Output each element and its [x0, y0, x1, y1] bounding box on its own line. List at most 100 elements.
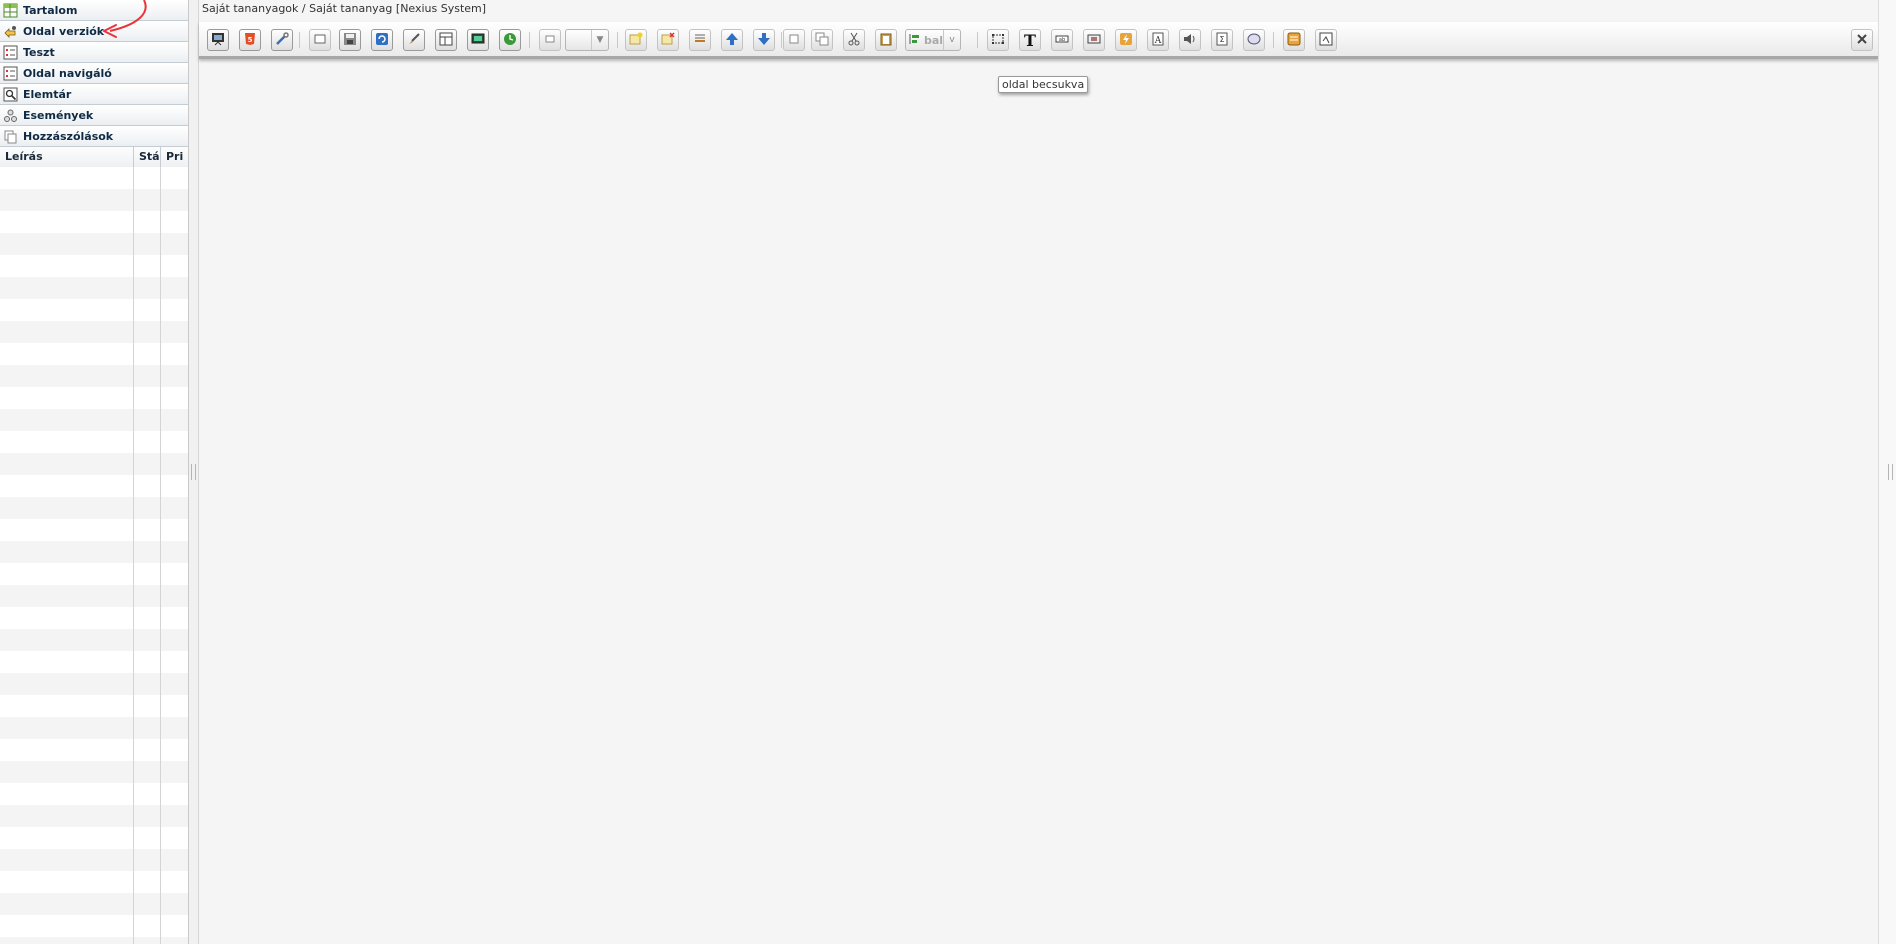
clock-button[interactable] — [499, 29, 521, 51]
close-icon — [1856, 33, 1868, 48]
sidebar-item-label: Hozzászólások — [23, 129, 114, 143]
blank-page-button[interactable] — [309, 29, 331, 51]
column-header-leiras[interactable]: Leírás — [0, 147, 134, 167]
paste-button[interactable] — [875, 29, 897, 51]
refresh-button[interactable] — [371, 29, 393, 51]
panel-button[interactable] — [1283, 29, 1305, 51]
versions-icon — [3, 24, 18, 39]
sidebar-item-hozzaszolasok[interactable]: Hozzászólások — [0, 126, 188, 147]
flash-button[interactable] — [1115, 29, 1137, 51]
font-icon: A — [1151, 32, 1165, 49]
main-area: Saját tananyagok / Saját tananyag [Nexiu… — [198, 0, 1879, 944]
html5-icon: 5 — [243, 32, 257, 49]
svg-text:Σ: Σ — [1219, 35, 1224, 44]
copy-button[interactable] — [783, 29, 805, 51]
layers-icon — [693, 32, 707, 49]
page-navigator-icon — [3, 66, 18, 81]
align-value: bal — [924, 33, 944, 47]
align-dropdown[interactable]: bal v — [905, 29, 961, 51]
text-button[interactable]: T — [1019, 29, 1041, 51]
svg-text:5: 5 — [248, 36, 253, 44]
paste-icon — [879, 32, 893, 49]
panel-icon — [1287, 32, 1301, 49]
save-button[interactable] — [339, 29, 361, 51]
sidebar-item-oldal-navigalo[interactable]: Oldal navigáló — [0, 63, 188, 84]
sidebar: Tartalom Oldal verziók Teszt Oldal navig… — [0, 0, 189, 944]
column-header-status[interactable]: Stá — [134, 147, 161, 167]
grid-body — [0, 167, 188, 944]
right-splitter[interactable] — [1878, 0, 1896, 944]
svg-text:A: A — [1154, 36, 1162, 46]
move-down-button[interactable] — [753, 29, 775, 51]
cut-icon — [847, 32, 861, 49]
image-box-icon — [1087, 32, 1101, 49]
blank-page-icon — [314, 33, 326, 48]
audio-icon — [1183, 32, 1197, 49]
font-button[interactable]: A — [1147, 29, 1169, 51]
sidebar-item-label: Elemtár — [23, 87, 72, 101]
tooltip: oldal becsukva — [998, 76, 1089, 93]
sidebar-item-label: Tartalom — [23, 3, 78, 17]
delete-note-icon — [661, 31, 675, 49]
preview-button[interactable] — [1315, 29, 1337, 51]
layers-button[interactable] — [689, 29, 711, 51]
save-icon — [343, 32, 357, 49]
sidebar-item-label: Oldal verziók — [23, 24, 105, 38]
sidebar-item-label: Események — [23, 108, 94, 122]
clock-icon — [503, 32, 517, 49]
arrow-up-icon — [725, 32, 739, 49]
formula-button[interactable]: Σ — [1211, 29, 1233, 51]
duplicate-button[interactable] — [811, 29, 833, 51]
sidebar-item-elemtar[interactable]: Elemtár — [0, 84, 188, 105]
brush-icon — [407, 32, 421, 49]
tools-icon — [275, 31, 289, 49]
add-note-button[interactable] — [625, 29, 647, 51]
chevron-down-icon: ▼ — [591, 30, 608, 50]
shape-icon — [1247, 32, 1261, 49]
sidebar-item-label: Oldal navigáló — [23, 66, 112, 80]
tools-button[interactable] — [271, 29, 293, 51]
arrow-down-icon — [757, 32, 771, 49]
sidebar-splitter[interactable] — [189, 0, 198, 944]
style-dropdown[interactable]: ▼ — [565, 29, 609, 51]
grid-table-icon — [3, 3, 18, 18]
grid-header: Leírás Stá Pri — [0, 147, 188, 168]
screen-icon — [471, 32, 485, 49]
comments-icon — [3, 129, 18, 144]
textfield-button[interactable]: ab — [1051, 29, 1073, 51]
cut-button[interactable] — [843, 29, 865, 51]
column-header-priority[interactable]: Pri — [161, 147, 188, 167]
duplicate-icon — [815, 32, 829, 49]
select-frame-button[interactable] — [987, 29, 1009, 51]
sidebar-item-oldal-verziok[interactable]: Oldal verziók — [0, 21, 188, 42]
select-frame-icon — [991, 32, 1005, 49]
small-box-button[interactable] — [539, 29, 561, 51]
audio-button[interactable] — [1179, 29, 1201, 51]
presentation-icon — [211, 32, 225, 49]
sidebar-item-teszt[interactable]: Teszt — [0, 42, 188, 63]
sidebar-item-esemenyek[interactable]: Események — [0, 105, 188, 126]
screen-button[interactable] — [467, 29, 489, 51]
small-box-icon — [544, 33, 556, 48]
preview-icon — [1319, 32, 1333, 49]
sidebar-item-tartalom[interactable]: Tartalom — [0, 0, 188, 21]
test-list-icon — [3, 45, 18, 60]
events-icon — [3, 108, 18, 123]
image-box-button[interactable] — [1083, 29, 1105, 51]
text-icon: T — [1024, 30, 1036, 50]
formula-icon: Σ — [1215, 32, 1229, 49]
breadcrumb: Saját tananyagok / Saját tananyag [Nexiu… — [202, 2, 487, 15]
refresh-icon — [375, 32, 389, 49]
layout-button[interactable] — [435, 29, 457, 51]
element-library-icon — [3, 87, 18, 102]
html5-button[interactable]: 5 — [239, 29, 261, 51]
brush-button[interactable] — [403, 29, 425, 51]
layout-icon — [439, 32, 453, 49]
delete-note-button[interactable] — [657, 29, 679, 51]
toolbar: 5 ▼ bal v T ab A Σ — [199, 22, 1879, 59]
close-button[interactable] — [1851, 29, 1873, 51]
move-up-button[interactable] — [721, 29, 743, 51]
shape-button[interactable] — [1243, 29, 1265, 51]
presentation-button[interactable] — [207, 29, 229, 51]
sidebar-item-label: Teszt — [23, 45, 55, 59]
